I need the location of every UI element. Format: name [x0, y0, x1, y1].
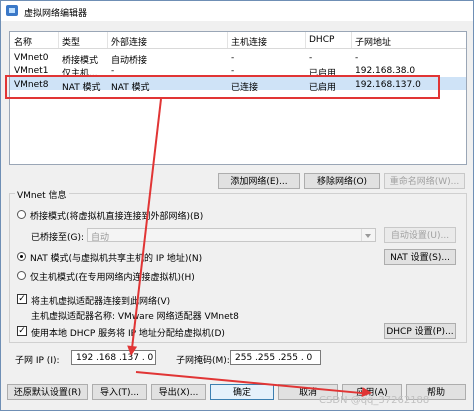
bridged-to-select[interactable]: 自动 — [87, 228, 376, 243]
app-network-icon — [6, 5, 18, 16]
subnet-ip-value: 192 .168 .137 . 0 — [76, 353, 154, 363]
remove-network-button[interactable]: 移除网络(O) — [304, 173, 380, 189]
annotation-arrow-head — [126, 345, 138, 357]
bridged-mode-label: 桥接模式(将虚拟机直接连接到外部网络)(B) — [30, 212, 204, 222]
list-header: 名称 类型 外部连接 主机连接 DHCP 子网地址 — [10, 32, 466, 49]
host-only-label: 仅主机模式(在专用网络内连接虚拟机)(H) — [30, 273, 195, 283]
dhcp-checkbox[interactable]: ✓ — [17, 326, 27, 336]
col-header-subnet[interactable]: 子网地址 — [355, 35, 391, 48]
subnet-mask-input[interactable]: 255 .255 .255 . 0 — [230, 350, 321, 365]
ok-button[interactable]: 确定 — [210, 384, 274, 400]
add-network-button[interactable]: 添加网络(E)... — [218, 173, 300, 189]
col-header-dhcp[interactable]: DHCP — [309, 35, 334, 45]
dhcp-settings-button[interactable]: DHCP 设置(P)... — [384, 323, 456, 339]
vmnet-info-label: VMnet 信息 — [15, 188, 69, 201]
rename-network-button[interactable]: 重命名网络(W)... — [384, 173, 465, 189]
cell-host: - — [231, 53, 235, 63]
export-button[interactable]: 导出(X)... — [151, 384, 206, 400]
col-header-host[interactable]: 主机连接 — [231, 35, 267, 48]
table-row[interactable]: VMnet0 桥接模式 自动桥接 - - - — [10, 50, 466, 66]
chevron-down-icon — [361, 229, 375, 241]
connect-adapter-label: 将主机虚拟适配器连接到此网络(V) — [31, 297, 171, 307]
cell-name: VMnet0 — [14, 53, 49, 63]
connect-adapter-checkbox[interactable]: ✓ — [17, 294, 27, 304]
watermark-text: CSDN @qq_37262188 — [319, 395, 430, 406]
auto-settings-button[interactable]: 自动设置(U)... — [384, 227, 456, 243]
cell-dhcp: - — [309, 53, 313, 63]
annotation-highlight-box — [5, 75, 440, 99]
col-header-type[interactable]: 类型 — [62, 35, 80, 48]
col-header-name[interactable]: 名称 — [14, 35, 32, 48]
subnet-mask-value: 255 .255 .255 . 0 — [235, 353, 313, 363]
window-title: 虚拟网络编辑器 — [24, 9, 88, 19]
dhcp-label: 使用本地 DHCP 服务将 IP 地址分配给虚拟机(D) — [31, 329, 225, 339]
col-header-external[interactable]: 外部连接 — [111, 35, 147, 48]
virtual-network-editor-window: 虚拟网络编辑器 名称 类型 外部连接 主机连接 DHCP 子网地址 VMnet0… — [0, 0, 474, 411]
nat-mode-radio[interactable] — [17, 252, 26, 261]
import-button[interactable]: 导入(T)... — [92, 384, 147, 400]
title-bar: 虚拟网络编辑器 — [1, 1, 473, 21]
subnet-mask-label: 子网掩码(M): — [176, 356, 230, 366]
subnet-ip-label: 子网 IP (I): — [15, 356, 60, 366]
nat-settings-button[interactable]: NAT 设置(S)... — [384, 249, 456, 265]
nat-mode-label: NAT 模式(与虚拟机共享主机的 IP 地址)(N) — [30, 254, 203, 264]
cell-subnet: - — [355, 53, 359, 63]
bridged-to-label: 已桥接至(G): — [31, 233, 85, 243]
host-only-radio[interactable] — [17, 271, 26, 280]
subnet-ip-input[interactable]: 192 .168 .137 . 0 — [71, 350, 156, 365]
bridged-mode-radio[interactable] — [17, 210, 26, 219]
bridged-to-value: 自动 — [91, 233, 110, 243]
restore-defaults-button[interactable]: 还原默认设置(R) — [7, 384, 88, 400]
